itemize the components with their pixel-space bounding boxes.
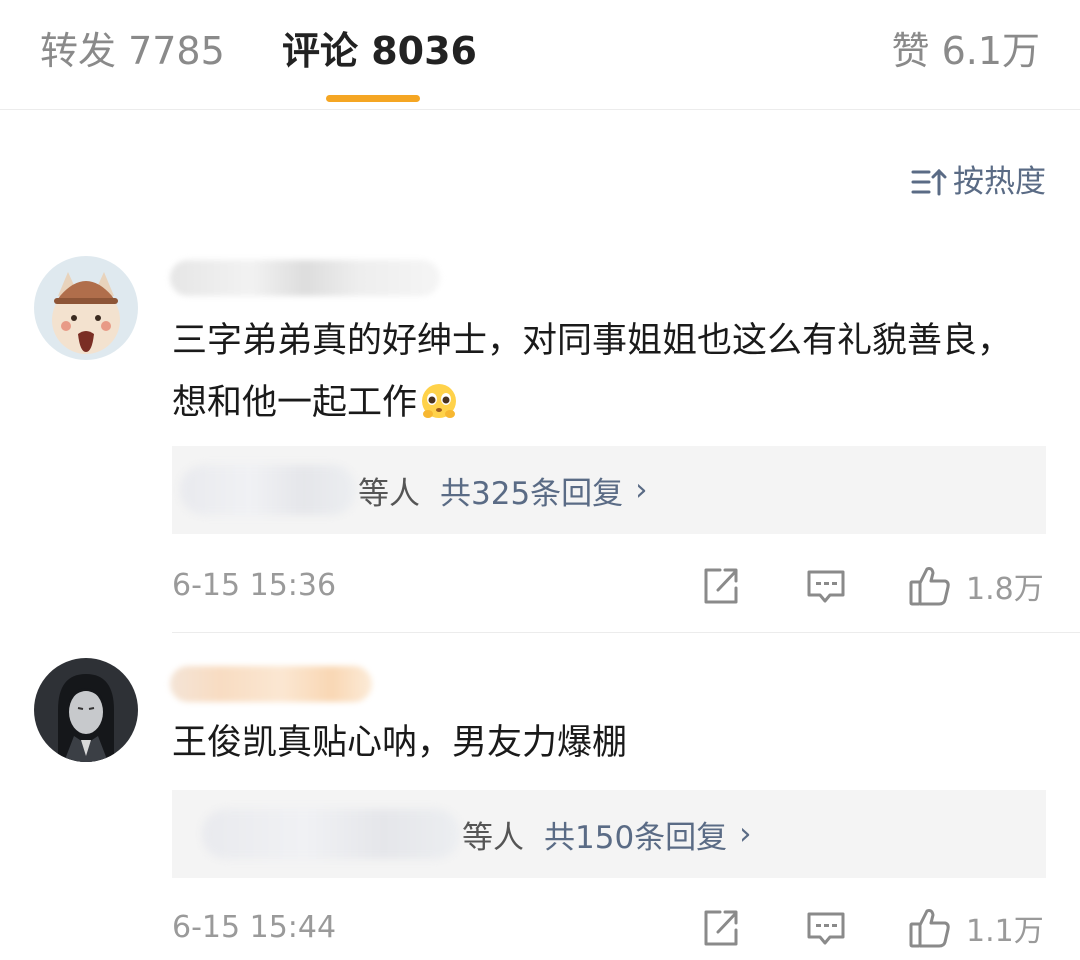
like-count: 1.1万 [966, 914, 1044, 949]
sort-icon [911, 168, 947, 196]
divider [172, 632, 1080, 633]
tab-bar: 转发 7785 评论 8036 赞 6.1万 [0, 0, 1080, 110]
chevron-right-icon: › [635, 472, 648, 508]
tab-comments[interactable]: 评论 8036 [282, 26, 477, 76]
timestamp: 6-15 15:44 [172, 910, 337, 945]
sort-by-hot-button[interactable]: 按热度 [911, 162, 1046, 202]
avatar[interactable] [34, 256, 138, 360]
tab-likes[interactable]: 赞 6.1万 [891, 26, 1040, 76]
share-icon [704, 568, 738, 604]
reply-usernames-blurred [180, 465, 356, 515]
replies-preview[interactable]: 等人 共150条回复 › [172, 790, 1046, 878]
comment-item: 王俊凯真贴心呐，男友力爆棚 等人 共150条回复 › 6-15 15:44 1.… [0, 632, 1080, 960]
chevron-right-icon: › [739, 816, 752, 852]
comment-meta: 6-15 15:36 1.8万 [172, 562, 1046, 612]
replies-preview[interactable]: 等人 共325条回复 › [172, 446, 1046, 534]
share-button[interactable] [700, 906, 740, 950]
comment-item: 三字弟弟真的好绅士，对同事姐姐也这么有礼貌善良，想和他一起工作 等人 共325条… [0, 250, 1080, 632]
reply-count-link[interactable]: 共150条回复 [544, 812, 727, 857]
timestamp: 6-15 15:36 [172, 568, 337, 603]
share-icon [704, 910, 738, 946]
comment-body: 王俊凯真贴心呐，男友力爆棚 [172, 723, 628, 763]
share-button[interactable] [700, 564, 740, 608]
comment-text: 王俊凯真贴心呐，男友力爆棚 [172, 712, 1040, 774]
comment-text: 三字弟弟真的好绅士，对同事姐姐也这么有礼貌善良，想和他一起工作 [172, 310, 1040, 440]
thumbs-up-icon [909, 909, 950, 948]
reply-others-label: 等人 [358, 475, 420, 512]
reply-button[interactable] [806, 906, 846, 950]
comment-body: 三字弟弟真的好绅士，对同事姐姐也这么有礼貌善良，想和他一起工作 [172, 321, 1013, 423]
thumbs-up-icon [909, 567, 950, 606]
like-button[interactable]: 1.1万 [908, 906, 1044, 950]
comment-icon [807, 570, 845, 603]
active-tab-indicator [326, 95, 420, 102]
reply-usernames-blurred [202, 809, 460, 859]
username-blurred[interactable] [170, 260, 440, 296]
username-blurred[interactable] [170, 666, 372, 702]
reply-others-label: 等人 [462, 819, 524, 856]
avatar[interactable] [34, 658, 138, 762]
like-count: 1.8万 [966, 572, 1044, 607]
reply-button[interactable] [806, 564, 846, 608]
tab-reposts[interactable]: 转发 7785 [40, 26, 225, 76]
like-button[interactable]: 1.8万 [908, 564, 1044, 608]
sort-label: 按热度 [953, 164, 1046, 200]
comment-icon [807, 912, 845, 945]
comment-meta: 6-15 15:44 1.1万 [172, 904, 1046, 954]
pleading-face-emoji-icon [419, 378, 459, 440]
reply-count-link[interactable]: 共325条回复 [440, 468, 623, 513]
